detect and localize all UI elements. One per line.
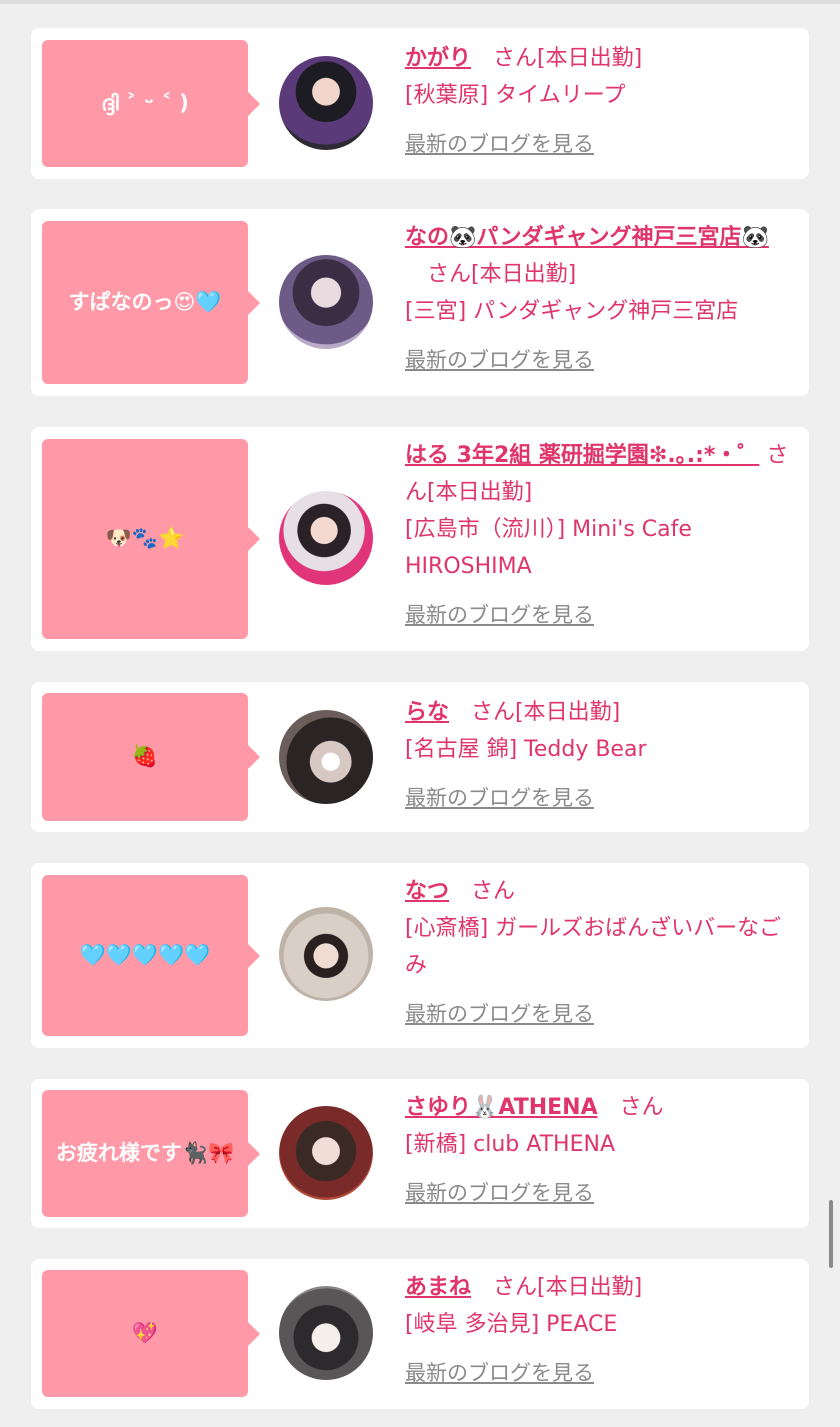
scrollbar[interactable] — [829, 1200, 833, 1268]
avatar[interactable] — [279, 56, 373, 150]
shop-text: [岐阜 多治見] PEACE — [405, 1312, 618, 1337]
girl-name-link[interactable]: あまね — [405, 1275, 471, 1300]
girl-name-link[interactable]: かがり — [405, 46, 471, 71]
entry-card: ദ്ദി ˃ ᵕ ˂ ) かがり さん[本日出勤] [秋葉原] タイムリープ 最新… — [31, 28, 809, 179]
entry-card: 🐶🐾⭐ はる 3年2組 薬研掘学園❇︎.｡.:*・゜ さん[本日出勤] [広島市… — [31, 427, 809, 651]
status-text: さん[本日出勤] — [427, 262, 577, 287]
entry-card: すぱなのっ😍🩵 なの🐼パンダギャング神戸三宮店🐼 さん[本日出勤] [三宮] パン… — [31, 209, 809, 396]
latest-blog-link[interactable]: 最新のブログを見る — [405, 786, 594, 810]
entry-card: お疲れ様です🐈‍⬛🎀 さゆり🐰ATHENA さん [新橋] club ATHENA… — [31, 1079, 809, 1228]
girl-name-link[interactable]: はる 3年2組 薬研掘学園❇︎.｡.:*・゜ — [405, 443, 759, 468]
girl-name-link[interactable]: なつ — [405, 879, 449, 904]
latest-blog-link[interactable]: 最新のブログを見る — [405, 132, 594, 156]
message-bubble: お疲れ様です🐈‍⬛🎀 — [42, 1090, 260, 1217]
message-bubble: すぱなのっ😍🩵 — [42, 221, 260, 384]
latest-blog-link[interactable]: 最新のブログを見る — [405, 1181, 594, 1205]
entry-card: 🩵🩵🩵🩵🩵 なつ さん [心斎橋] ガールズおばんざいバーなごみ 最新のブログを見… — [31, 863, 809, 1048]
shop-text: [心斎橋] ガールズおばんざいバーなごみ — [405, 916, 782, 978]
latest-blog-link[interactable]: 最新のブログを見る — [405, 1002, 594, 1026]
entry-card: 💖 あまね さん[本日出勤] [岐阜 多治見] PEACE 最新のブログを見る — [31, 1259, 809, 1409]
message-bubble: 💖 — [42, 1270, 260, 1397]
girl-name-link[interactable]: なの🐼パンダギャング神戸三宮店🐼 — [405, 225, 769, 250]
avatar[interactable] — [279, 710, 373, 804]
shop-text: [秋葉原] タイムリープ — [405, 83, 626, 108]
avatar[interactable] — [279, 255, 373, 349]
status-text: さん — [471, 879, 516, 904]
girl-name-link[interactable]: らな — [405, 700, 449, 725]
latest-blog-link[interactable]: 最新のブログを見る — [405, 603, 594, 627]
shop-text: [三宮] パンダギャング神戸三宮店 — [405, 299, 739, 324]
girl-name-link[interactable]: さゆり🐰ATHENA — [405, 1095, 598, 1120]
status-text: さん — [619, 1095, 664, 1120]
status-text: さん[本日出勤] — [471, 700, 621, 725]
avatar[interactable] — [279, 1286, 373, 1380]
avatar[interactable] — [279, 907, 373, 1001]
top-divider — [0, 0, 840, 4]
latest-blog-link[interactable]: 最新のブログを見る — [405, 348, 594, 372]
avatar[interactable] — [279, 1106, 373, 1200]
shop-text: [新橋] club ATHENA — [405, 1132, 615, 1157]
status-text: さん[本日出勤] — [493, 1275, 643, 1300]
status-text: さん[本日出勤] — [493, 46, 643, 71]
message-bubble: 🐶🐾⭐ — [42, 439, 260, 639]
message-bubble: ദ്ദി ˃ ᵕ ˂ ) — [42, 40, 260, 167]
shop-text: [名古屋 錦] Teddy Bear — [405, 737, 647, 762]
entry-card: 🍓 らな さん[本日出勤] [名古屋 錦] Teddy Bear 最新のブログを見… — [31, 682, 809, 832]
avatar[interactable] — [279, 491, 373, 585]
latest-blog-link[interactable]: 最新のブログを見る — [405, 1361, 594, 1385]
message-bubble: 🍓 — [42, 693, 260, 821]
shop-text: [広島市（流川）] Mini's Cafe HIROSHIMA — [405, 517, 692, 579]
message-bubble: 🩵🩵🩵🩵🩵 — [42, 875, 260, 1036]
